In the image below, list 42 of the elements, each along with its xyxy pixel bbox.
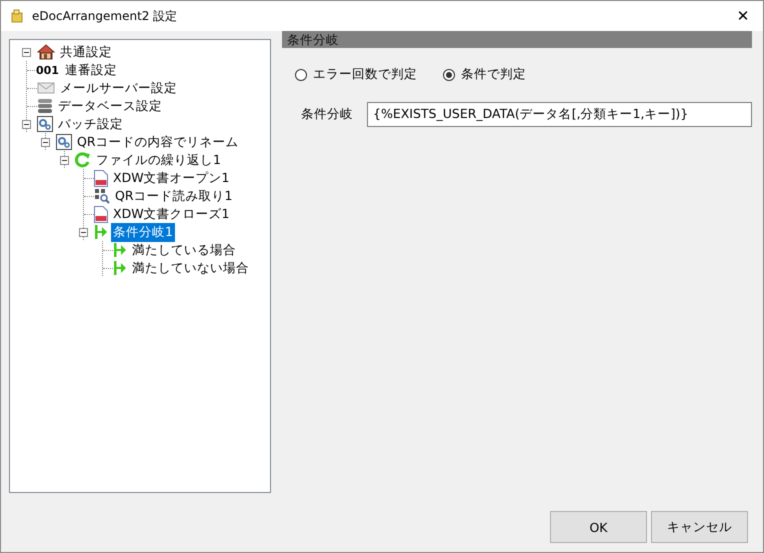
close-button[interactable]: ✕ — [723, 1, 763, 31]
tree-item[interactable]: QRコード読み取り1 — [113, 186, 234, 206]
tree-item[interactable]: ファイルの繰り返し1 — [94, 150, 223, 170]
tree-item[interactable]: バッチ設定 — [56, 114, 125, 134]
qr-code-icon — [94, 188, 110, 204]
loop-arrow-icon — [75, 152, 91, 168]
document-icon — [94, 206, 108, 222]
document-icon — [94, 170, 108, 186]
collapse-toggle[interactable] — [22, 48, 31, 56]
gear-icon — [37, 116, 53, 132]
section-header: 条件分岐 — [282, 31, 752, 48]
tree-item[interactable]: 連番設定 — [62, 60, 119, 80]
collapse-toggle[interactable] — [41, 138, 50, 146]
tree-item[interactable]: 共通設定 — [58, 42, 114, 62]
tree-item[interactable]: XDW文書オープン1 — [111, 168, 232, 188]
field-label: 条件分岐 — [301, 106, 353, 123]
folder-icon — [11, 9, 23, 23]
ok-button[interactable]: OK — [550, 511, 647, 543]
radio-label: エラー回数で判定 — [313, 66, 417, 83]
radio-button[interactable] — [295, 68, 307, 80]
house-icon — [37, 44, 55, 60]
radio-label: 条件で判定 — [461, 66, 526, 83]
collapse-toggle[interactable] — [60, 156, 69, 164]
window-title: eDocArrangement2 設定 — [32, 8, 178, 24]
tree-item[interactable]: データベース設定 — [56, 96, 164, 116]
tree-item[interactable]: QRコードの内容でリネーム — [75, 132, 241, 152]
tree-item[interactable]: 満たしていない場合 — [130, 258, 251, 278]
branch-arrow-icon — [113, 260, 127, 276]
tree-item[interactable]: XDW文書クローズ1 — [111, 204, 232, 224]
tree-item[interactable]: メールサーバー設定 — [58, 78, 179, 98]
condition-field[interactable]: {%EXISTS_USER_DATA(データ名[,分類キー1,キー])} — [367, 102, 752, 127]
tree-item[interactable]: 条件分岐1 — [111, 222, 175, 242]
tree-item[interactable]: 満たしている場合 — [130, 240, 238, 260]
collapse-toggle[interactable] — [79, 228, 88, 236]
branch-arrow-icon — [94, 224, 108, 240]
collapse-toggle[interactable] — [22, 120, 31, 128]
cancel-button[interactable]: キャンセル — [651, 511, 748, 543]
radio-button[interactable] — [443, 68, 455, 80]
branch-arrow-icon — [113, 242, 127, 258]
gear-icon — [56, 134, 72, 150]
envelope-icon — [37, 81, 55, 95]
number-label: 001 — [36, 64, 59, 76]
